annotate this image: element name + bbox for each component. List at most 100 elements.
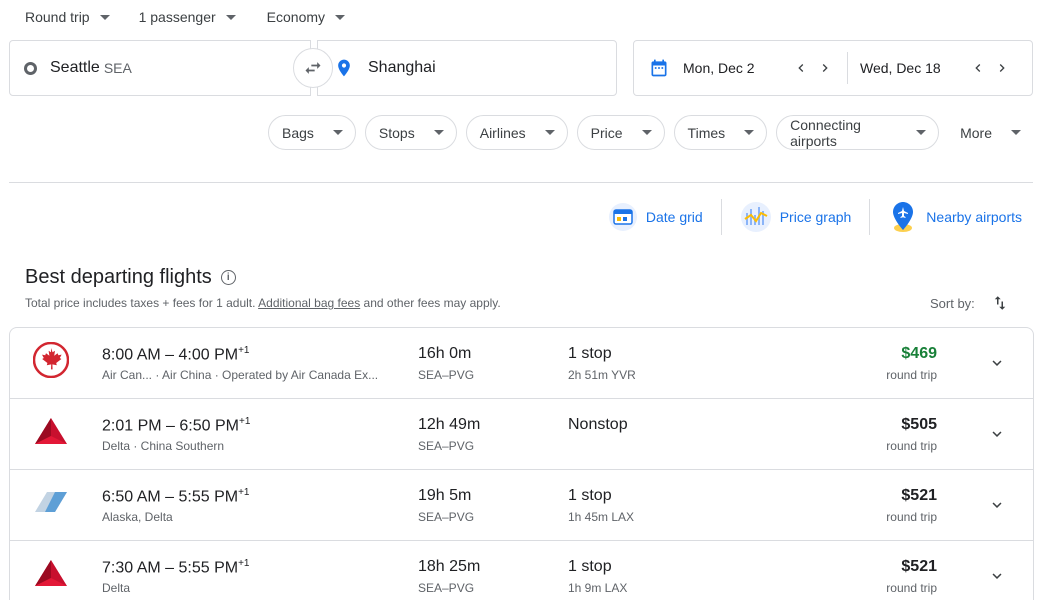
caret-down-icon — [744, 130, 755, 135]
date-grid-icon — [608, 203, 637, 231]
expand-button[interactable] — [985, 351, 1009, 375]
day-offset: +1 — [238, 558, 250, 569]
flight-row[interactable]: 2:01 PM – 6:50 PM+1 Delta · China Southe… — [10, 399, 1033, 470]
caret-down-icon — [335, 14, 346, 20]
flight-price: $469 — [901, 345, 937, 362]
caret-down-icon — [916, 130, 927, 135]
bag-fees-link[interactable]: Additional bag fees — [258, 296, 360, 310]
info-icon[interactable]: i — [220, 270, 236, 285]
layover-info: 1h 9m LAX — [568, 581, 628, 595]
section-divider — [9, 182, 1033, 183]
filter-more[interactable]: More — [948, 115, 1033, 150]
destination-field[interactable]: Shanghai — [317, 40, 617, 96]
filter-label: Connecting airports — [790, 116, 861, 149]
flight-duration: 12h 49m — [418, 416, 481, 433]
flight-stops: 1 stop — [568, 345, 612, 362]
filter-label: Price — [590, 124, 623, 141]
caret-down-icon — [1011, 130, 1021, 135]
delta-logo — [33, 413, 69, 449]
nearby-airports-label: Nearby airports — [926, 209, 1022, 225]
filter-times[interactable]: Times — [673, 115, 768, 150]
filter-airlines[interactable]: Airlines — [465, 115, 568, 150]
return-prev-button[interactable] — [966, 56, 990, 80]
depart-date-block[interactable]: Mon, Dec 2 — [634, 41, 837, 95]
swap-button[interactable] — [293, 48, 333, 88]
filter-chips: Bags Stops Airlines Price Times Connecti… — [268, 115, 1042, 150]
nearby-airports-button[interactable]: Nearby airports — [880, 198, 1030, 236]
flight-stops: 1 stop — [568, 487, 612, 504]
return-date-block[interactable]: Wed, Dec 18 — [860, 41, 1014, 95]
airline-names: Delta · China Southern — [102, 439, 225, 453]
filter-price[interactable]: Price — [576, 115, 665, 150]
depart-time: 7:30 AM — [102, 559, 161, 577]
dates-field: Mon, Dec 2 Wed, Dec 18 — [633, 40, 1033, 96]
layover-info: 1h 45m LAX — [568, 510, 635, 524]
flight-duration: 19h 5m — [418, 487, 472, 504]
flight-route: SEA–PVG — [418, 581, 475, 595]
flight-row[interactable]: 7:30 AM – 5:55 PM+1 Delta 18h 25m SEA–PV… — [10, 541, 1033, 600]
filter-label: More — [960, 124, 992, 141]
flight-route: SEA–PVG — [418, 368, 475, 382]
chevron-down-icon — [992, 573, 1002, 579]
date-grid-label: Date grid — [645, 209, 703, 225]
price-type: round trip — [886, 581, 937, 595]
chevron-down-icon — [992, 431, 1002, 437]
date-grid-button[interactable]: Date grid — [600, 198, 711, 236]
flight-price: $521 — [901, 487, 937, 504]
filter-stops[interactable]: Stops — [364, 115, 457, 150]
price-graph-icon — [740, 202, 771, 232]
expand-button[interactable] — [985, 564, 1009, 588]
flight-times: 2:01 PM – 6:50 PM+1 — [102, 416, 251, 435]
disclaimer-prefix: Total price includes taxes + fees for 1 … — [25, 296, 259, 310]
price-graph-label: Price graph — [779, 209, 852, 225]
origin-field[interactable]: Seattle SEA — [9, 40, 311, 96]
flight-row[interactable]: 6:50 AM – 5:55 PM+1 Alaska, Delta 19h 5m… — [10, 470, 1033, 541]
nearby-airports-icon — [893, 202, 914, 232]
sort-by-label: Sort by: — [930, 295, 975, 311]
depart-time: 8:00 AM — [102, 346, 161, 364]
flight-times: 8:00 AM – 4:00 PM+1 — [102, 345, 250, 364]
return-next-button[interactable] — [990, 56, 1014, 80]
sort-icon — [994, 296, 1006, 310]
return-date-text: Wed, Dec 18 — [860, 60, 941, 76]
results-title: Best departing flights — [25, 266, 212, 288]
flight-row[interactable]: 8:00 AM – 4:00 PM+1 Air Can... · Air Chi… — [10, 328, 1033, 399]
depart-time: 2:01 PM — [102, 417, 162, 435]
passengers-select[interactable]: 1 passenger — [139, 6, 236, 28]
chevron-down-icon — [992, 502, 1002, 508]
filter-connecting-airports[interactable]: Connecting airports — [776, 115, 940, 150]
price-type: round trip — [886, 439, 937, 453]
tools-row: Date grid Price graph Nearby airports — [600, 198, 1030, 236]
flight-price: $505 — [901, 416, 937, 433]
location-pin-icon — [338, 59, 350, 77]
expand-button[interactable] — [985, 493, 1009, 517]
flight-price: $521 — [901, 558, 937, 575]
price-type: round trip — [886, 368, 937, 382]
caret-down-icon — [433, 130, 444, 135]
origin-city: Seattle — [50, 59, 100, 76]
filter-label: Bags — [282, 124, 314, 141]
passengers-label: 1 passenger — [138, 9, 216, 25]
price-graph-button[interactable]: Price graph — [732, 198, 860, 236]
arrive-time: 6:50 PM — [179, 417, 239, 435]
flight-duration: 16h 0m — [418, 345, 472, 362]
filter-bags[interactable]: Bags — [268, 115, 356, 150]
cabin-class-select[interactable]: Economy — [266, 6, 346, 28]
price-disclaimer: Total price includes taxes + fees for 1 … — [25, 296, 501, 310]
filter-label: Times — [687, 124, 726, 141]
airline-names: Alaska, Delta — [102, 510, 173, 524]
day-offset: +1 — [238, 487, 250, 498]
origin-code: SEA — [103, 60, 132, 76]
layover-info: 2h 51m YVR — [568, 368, 636, 382]
flight-route: SEA–PVG — [418, 510, 475, 524]
depart-prev-button[interactable] — [789, 56, 813, 80]
expand-button[interactable] — [985, 422, 1009, 446]
disclaimer-suffix: and other fees may apply. — [360, 296, 501, 310]
depart-next-button[interactable] — [813, 56, 837, 80]
sort-by-control[interactable]: Sort by: — [930, 294, 1009, 312]
trip-type-select[interactable]: Round trip — [25, 6, 110, 28]
cabin-class-label: Economy — [266, 9, 326, 25]
depart-time: 6:50 AM — [102, 488, 161, 506]
flight-route: SEA–PVG — [418, 439, 475, 453]
trip-type-label: Round trip — [25, 9, 90, 25]
